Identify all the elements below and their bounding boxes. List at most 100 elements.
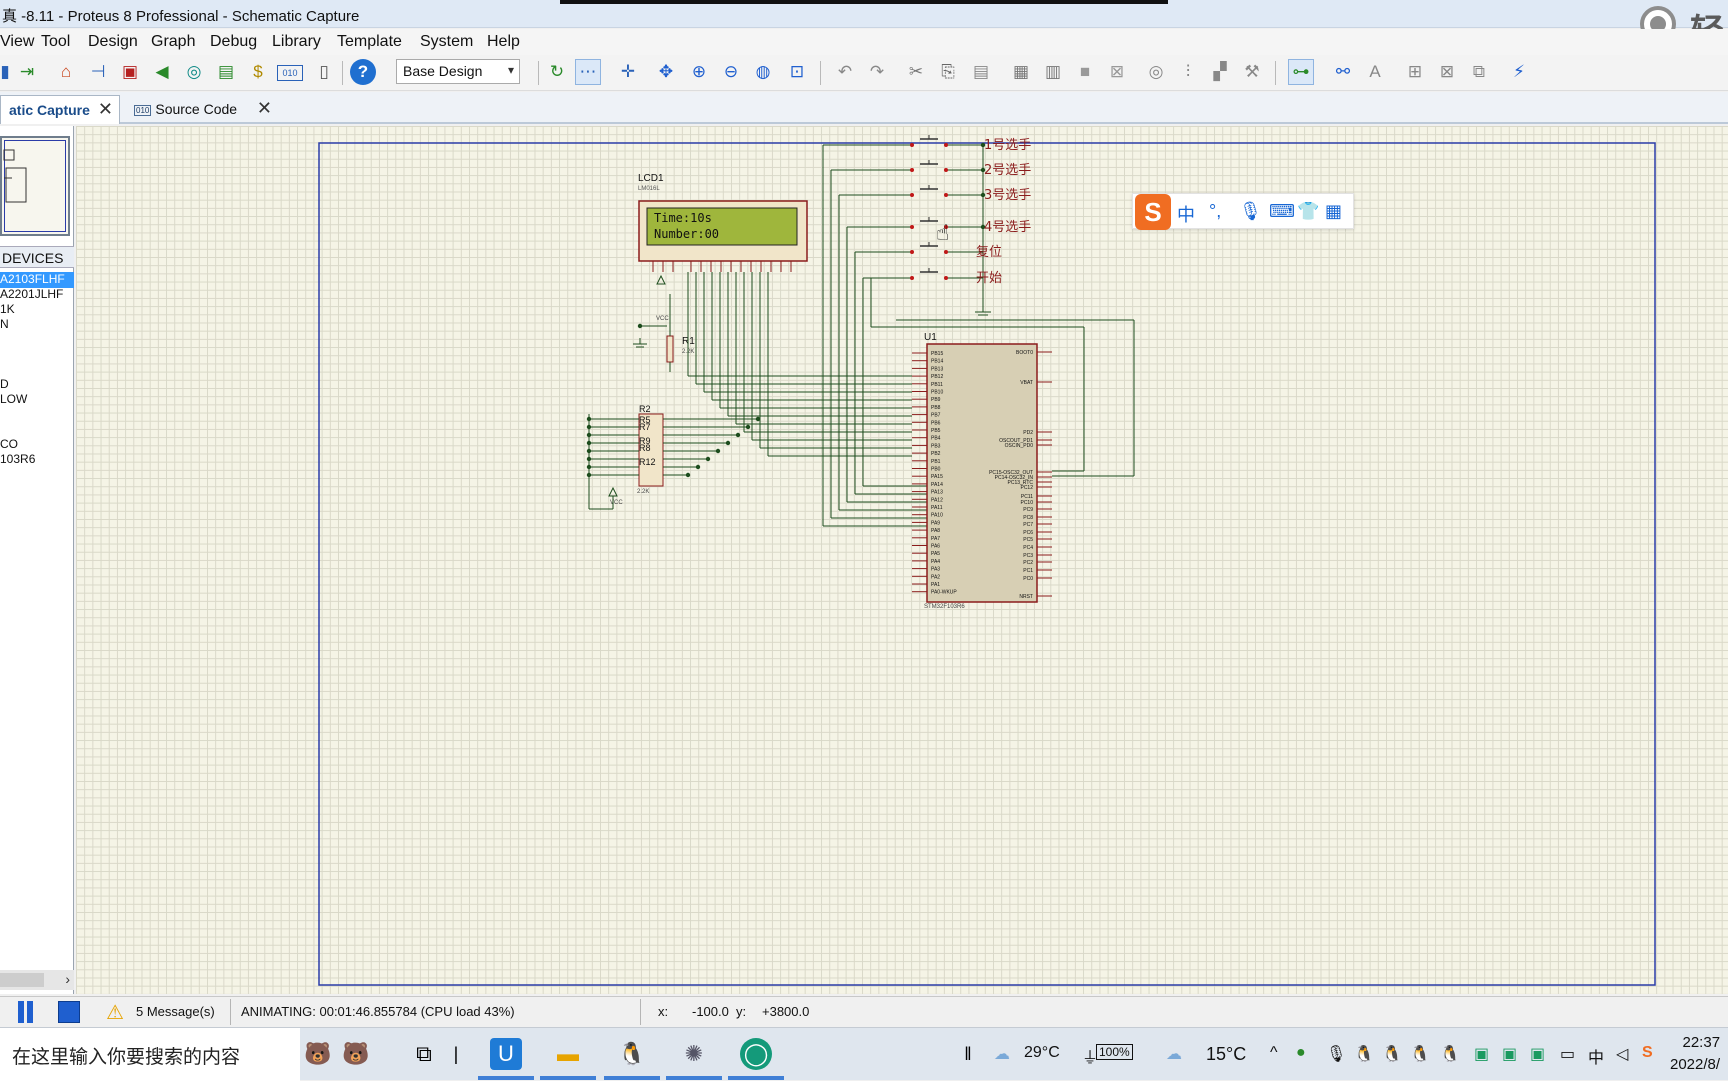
- device-list-item[interactable]: A2103FLHF: [0, 272, 74, 288]
- skin-icon[interactable]: 👕: [1297, 201, 1319, 222]
- message-count[interactable]: 5 Message(s): [136, 1004, 215, 1019]
- undo-icon[interactable]: ↶: [832, 59, 858, 85]
- sogou-tray-icon[interactable]: S: [1642, 1044, 1653, 1062]
- resistor-r1[interactable]: R1 2.2K VCC: [656, 316, 695, 363]
- zoom-out-icon[interactable]: ⊖: [718, 59, 744, 85]
- push-button[interactable]: 1号选手: [910, 135, 1031, 153]
- device-list-item[interactable]: [0, 422, 74, 438]
- chevron-up-icon[interactable]: ^: [1270, 1044, 1278, 1062]
- microphone-icon[interactable]: 🎙: [1239, 201, 1262, 222]
- netlist-icon[interactable]: ⚡: [1506, 59, 1532, 85]
- battery-level[interactable]: 100%: [1096, 1044, 1133, 1060]
- tray-green-icon-2[interactable]: ▣: [1502, 1044, 1517, 1064]
- device-list-item[interactable]: 103R6: [0, 452, 74, 468]
- property-tool-icon[interactable]: A: [1362, 59, 1388, 85]
- ime-lang[interactable]: 中: [1588, 1044, 1604, 1068]
- scrollbar-thumb[interactable]: [0, 973, 44, 987]
- package-tool-icon[interactable]: ▞: [1207, 59, 1233, 85]
- push-button[interactable]: 3号选手: [910, 185, 1031, 203]
- menu-library[interactable]: Library: [272, 33, 321, 51]
- tray-app-icon[interactable]: ●: [1296, 1044, 1306, 1062]
- mcu-stm32[interactable]: U1 STM32F103R6 PB15PB14PB13PB12PB11PB10P…: [912, 332, 1052, 610]
- menu-graph[interactable]: Graph: [151, 33, 195, 51]
- schematic-canvas[interactable]: LCD1 LM016L Time:10s Number:00 R1 2.2K V…: [76, 126, 1728, 994]
- source-code-icon[interactable]: 010: [277, 65, 303, 81]
- redo-icon[interactable]: ↷: [864, 59, 890, 85]
- push-buttons[interactable]: 1号选手 2号选手 3号选手 4号选手复位开始: [910, 135, 1031, 286]
- tab-source-code[interactable]: 010 Source Code ✕: [126, 95, 278, 124]
- tray-green-icon[interactable]: ▣: [1474, 1044, 1489, 1064]
- new-sheet-icon[interactable]: ⊞: [1402, 59, 1428, 85]
- push-button[interactable]: 4号选手: [910, 217, 1031, 235]
- zoom-area-icon[interactable]: ⊡: [784, 59, 810, 85]
- weather-temp-1[interactable]: 29°C: [1024, 1044, 1060, 1062]
- keyboard-icon[interactable]: ⌨: [1269, 201, 1295, 222]
- taskbar-search[interactable]: 在这里输入你要搜索的内容: [0, 1028, 300, 1081]
- menu-template[interactable]: Template: [337, 33, 402, 51]
- tray-green-icon-3[interactable]: ▣: [1530, 1044, 1545, 1064]
- menu-design[interactable]: Design: [88, 33, 138, 51]
- menu-help[interactable]: Help: [487, 33, 520, 51]
- origin-icon[interactable]: ✛: [615, 59, 641, 85]
- push-button[interactable]: 2号选手: [910, 160, 1031, 178]
- horizontal-scrollbar[interactable]: ›: [0, 970, 74, 990]
- menu-view[interactable]: View: [0, 33, 34, 51]
- design-select[interactable]: Base Design ▾: [396, 59, 520, 84]
- task-view-icon[interactable]: ⧉: [408, 1038, 440, 1070]
- device-list-item[interactable]: N: [0, 317, 74, 333]
- device-list-item[interactable]: A2201JLHF: [0, 287, 74, 303]
- volume-icon[interactable]: ◁: [1616, 1044, 1628, 1064]
- device-list-item[interactable]: LOW: [0, 392, 74, 408]
- microphone-tray-icon[interactable]: 🎙: [1326, 1044, 1346, 1064]
- pan-icon[interactable]: ✥: [653, 59, 679, 85]
- zoom-all-icon[interactable]: ◍: [750, 59, 776, 85]
- bom-icon[interactable]: ▤: [213, 59, 239, 85]
- qq-tray-icon-3[interactable]: 🐧: [1410, 1044, 1430, 1064]
- stop-simulation-button[interactable]: [58, 1001, 80, 1023]
- apps-grid-icon[interactable]: ▦: [1325, 201, 1342, 222]
- menu-debug[interactable]: Debug: [210, 33, 257, 51]
- ime-punct[interactable]: °,: [1209, 201, 1221, 222]
- qq-tray-icon-4[interactable]: 🐧: [1440, 1044, 1460, 1064]
- ime-toolbar[interactable]: S 中 °, 🎙 ⌨ 👕 ▦: [1132, 193, 1354, 230]
- push-button[interactable]: 开始: [910, 268, 1002, 286]
- ime-mode[interactable]: 中: [1177, 201, 1195, 227]
- schematic-drawing[interactable]: LCD1 LM016L Time:10s Number:00 R1 2.2K V…: [76, 126, 1728, 994]
- lcd-component[interactable]: LCD1 LM016L Time:10s Number:00: [638, 173, 808, 262]
- qq-tray-icon-2[interactable]: 🐧: [1382, 1044, 1402, 1064]
- help-icon[interactable]: ?: [350, 59, 376, 85]
- block-delete-icon[interactable]: ⊠: [1104, 59, 1130, 85]
- home-icon[interactable]: ⌂: [53, 59, 79, 85]
- device-list-item[interactable]: CO: [0, 437, 74, 453]
- simulate-icon[interactable]: ◎: [181, 59, 207, 85]
- bom-report-icon[interactable]: $: [245, 59, 271, 85]
- goto-sheet-icon[interactable]: ⧉: [1466, 59, 1492, 85]
- remove-sheet-icon[interactable]: ⊠: [1434, 59, 1460, 85]
- file-explorer-icon[interactable]: ▬: [540, 1038, 596, 1080]
- device-list-item[interactable]: [0, 407, 74, 423]
- notes-icon[interactable]: ▯: [311, 59, 337, 85]
- push-button[interactable]: 复位: [910, 242, 1002, 260]
- qq-tray-icon[interactable]: 🐧: [1354, 1044, 1374, 1064]
- gallery-icon[interactable]: ◀: [149, 59, 175, 85]
- device-list-item[interactable]: 1K: [0, 302, 74, 318]
- device-list-item[interactable]: [0, 362, 74, 378]
- block-copy-icon[interactable]: ▦: [1008, 59, 1034, 85]
- qq-icon[interactable]: 🐧: [604, 1038, 660, 1080]
- make-device-icon[interactable]: ⫶: [1175, 59, 1201, 85]
- overview-window[interactable]: [0, 136, 70, 236]
- pick-device-icon[interactable]: ◎: [1143, 59, 1169, 85]
- device-list-item[interactable]: D: [0, 377, 74, 393]
- schematic-icon[interactable]: ⊣: [85, 59, 111, 85]
- wire-autorouter-icon[interactable]: ⊶: [1288, 59, 1314, 85]
- paste-icon[interactable]: ▤: [968, 59, 994, 85]
- refresh-icon[interactable]: ↻: [544, 59, 570, 85]
- system-clock[interactable]: 22:37 2022/8/: [1670, 1032, 1720, 1076]
- proteus-icon[interactable]: ✺: [666, 1038, 722, 1080]
- chevron-right-icon[interactable]: ›: [65, 971, 70, 987]
- tab-schematic-capture[interactable]: atic Capture ✕: [0, 95, 120, 124]
- sogou-logo-icon[interactable]: S: [1135, 194, 1171, 230]
- copy-icon[interactable]: ⎘: [935, 59, 961, 85]
- battery-icon[interactable]: ▭: [1560, 1044, 1575, 1064]
- warning-icon[interactable]: ⚠: [106, 1000, 124, 1025]
